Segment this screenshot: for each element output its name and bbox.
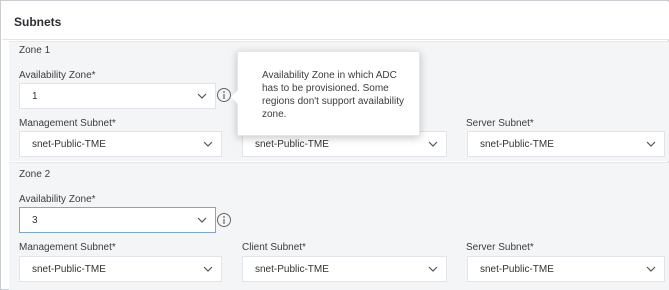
- chevron-down-icon: [428, 266, 438, 272]
- zone-2-management-subnet-select[interactable]: snet-Public-TME: [19, 256, 222, 282]
- zone-2-client-subnet-value: snet-Public-TME: [255, 264, 329, 275]
- zone-1-availability-zone-select[interactable]: 1: [19, 83, 216, 109]
- management-subnet-label: Management Subnet*: [19, 118, 116, 129]
- tooltip-arrow: [231, 90, 238, 104]
- zone-1-management-subnet-value: snet-Public-TME: [32, 139, 106, 150]
- info-icon[interactable]: [216, 212, 232, 228]
- zone-2-availability-zone-value: 3: [32, 215, 38, 226]
- zone-1-server-subnet-value: snet-Public-TME: [480, 139, 554, 150]
- chevron-down-icon: [428, 141, 438, 147]
- availability-zone-tooltip: Availability Zone in which ADC has to be…: [231, 51, 420, 136]
- zone-1-title: Zone 1: [19, 45, 51, 56]
- chevron-down-icon: [203, 141, 213, 147]
- client-subnet-label: Client Subnet*: [242, 242, 306, 253]
- panel-title: Subnets: [14, 15, 62, 29]
- chevron-down-icon: [646, 266, 656, 272]
- management-subnet-label: Management Subnet*: [19, 242, 116, 253]
- zone-1-server-subnet-select[interactable]: snet-Public-TME: [467, 131, 665, 157]
- panel-header: Subnets: [2, 2, 669, 40]
- zone-2-title: Zone 2: [19, 169, 51, 180]
- chevron-down-icon: [646, 141, 656, 147]
- zone-1-availability-zone-value: 1: [32, 91, 38, 102]
- chevron-down-icon: [203, 266, 213, 272]
- zone-2-client-subnet-select[interactable]: snet-Public-TME: [242, 256, 447, 282]
- info-icon[interactable]: [216, 87, 232, 103]
- zone-2-server-subnet-value: snet-Public-TME: [480, 264, 554, 275]
- chevron-down-icon: [197, 217, 207, 223]
- server-subnet-label: Server Subnet*: [466, 118, 534, 129]
- zone-2-section: Zone 2 Availability Zone* 3 Management S…: [9, 162, 669, 290]
- zone-2-management-subnet-value: snet-Public-TME: [32, 264, 106, 275]
- chevron-down-icon: [197, 93, 207, 99]
- availability-zone-label: Availability Zone*: [19, 194, 96, 205]
- zone-2-availability-zone-select[interactable]: 3: [19, 207, 216, 233]
- server-subnet-label: Server Subnet*: [466, 242, 534, 253]
- zone-1-management-subnet-select[interactable]: snet-Public-TME: [19, 131, 222, 157]
- zone-1-client-subnet-value: snet-Public-TME: [255, 139, 329, 150]
- subnets-panel: Subnets Zone 1 Availability Zone* 1 Mana…: [0, 0, 669, 290]
- availability-zone-label: Availability Zone*: [19, 70, 96, 81]
- tooltip-text: Availability Zone in which ADC has to be…: [262, 70, 404, 120]
- zone-2-server-subnet-select[interactable]: snet-Public-TME: [467, 256, 665, 282]
